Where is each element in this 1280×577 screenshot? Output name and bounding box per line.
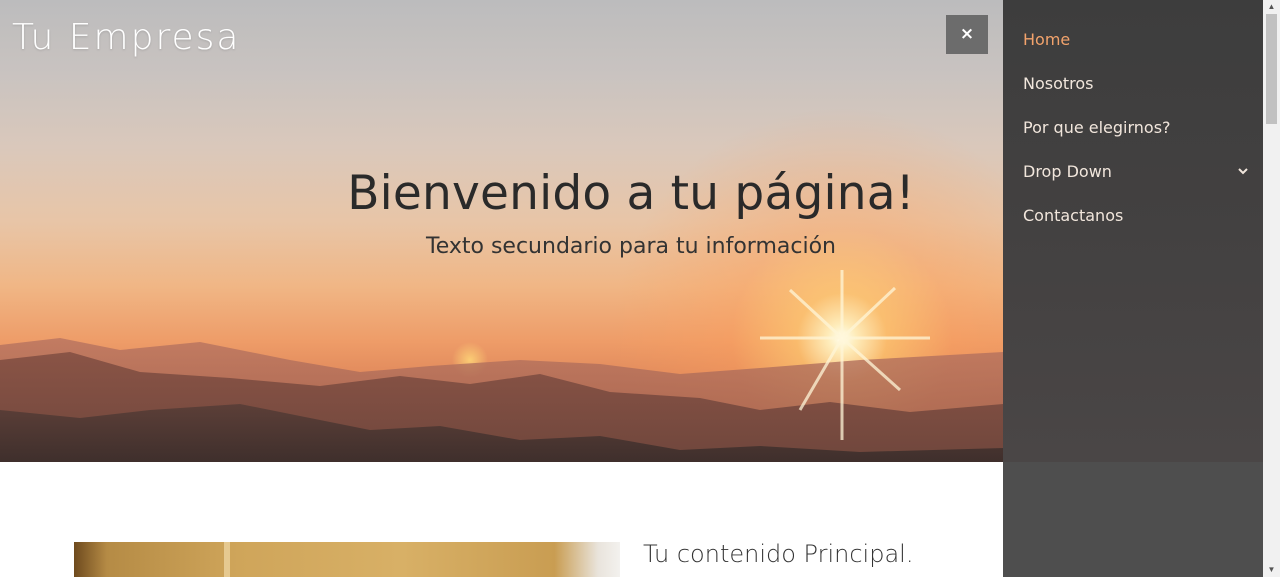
- hero-background-image: [0, 270, 1003, 462]
- nav-item-contactanos[interactable]: Contactanos: [1023, 203, 1249, 229]
- scroll-up-arrow-icon[interactable]: ▲: [1263, 0, 1280, 14]
- hero-title: Bienvenido a tu página!: [347, 166, 915, 221]
- hero-subtitle: Texto secundario para tu información: [426, 234, 836, 259]
- hero-banner: Tu Empresa × Bienvenido a tu página! Tex…: [0, 0, 1003, 462]
- scroll-down-arrow-icon[interactable]: ▼: [1263, 563, 1280, 577]
- nav-item-drop-down[interactable]: Drop Down: [1023, 159, 1249, 185]
- nav-item-nosotros[interactable]: Nosotros: [1023, 71, 1249, 97]
- brand-logo-text[interactable]: Tu Empresa: [12, 17, 240, 58]
- content-title: Tu contenido Principal.: [643, 540, 914, 568]
- chevron-down-icon: [1237, 159, 1249, 194]
- vertical-scrollbar[interactable]: ▲ ▼: [1263, 0, 1280, 577]
- content-image-highlight: [224, 542, 230, 577]
- content-image: [74, 542, 620, 577]
- side-navigation: Home Nosotros Por que elegirnos? Drop Do…: [1003, 0, 1263, 577]
- nav-item-por-que-elegirnos[interactable]: Por que elegirnos?: [1023, 115, 1249, 141]
- side-navigation-footer: [1003, 462, 1263, 577]
- nav-item-drop-down-label: Drop Down: [1023, 162, 1112, 181]
- nav-item-home[interactable]: Home: [1023, 27, 1249, 53]
- scrollbar-thumb[interactable]: [1266, 14, 1277, 124]
- close-menu-button[interactable]: ×: [946, 15, 988, 54]
- page: Tu Empresa × Bienvenido a tu página! Tex…: [0, 0, 1280, 577]
